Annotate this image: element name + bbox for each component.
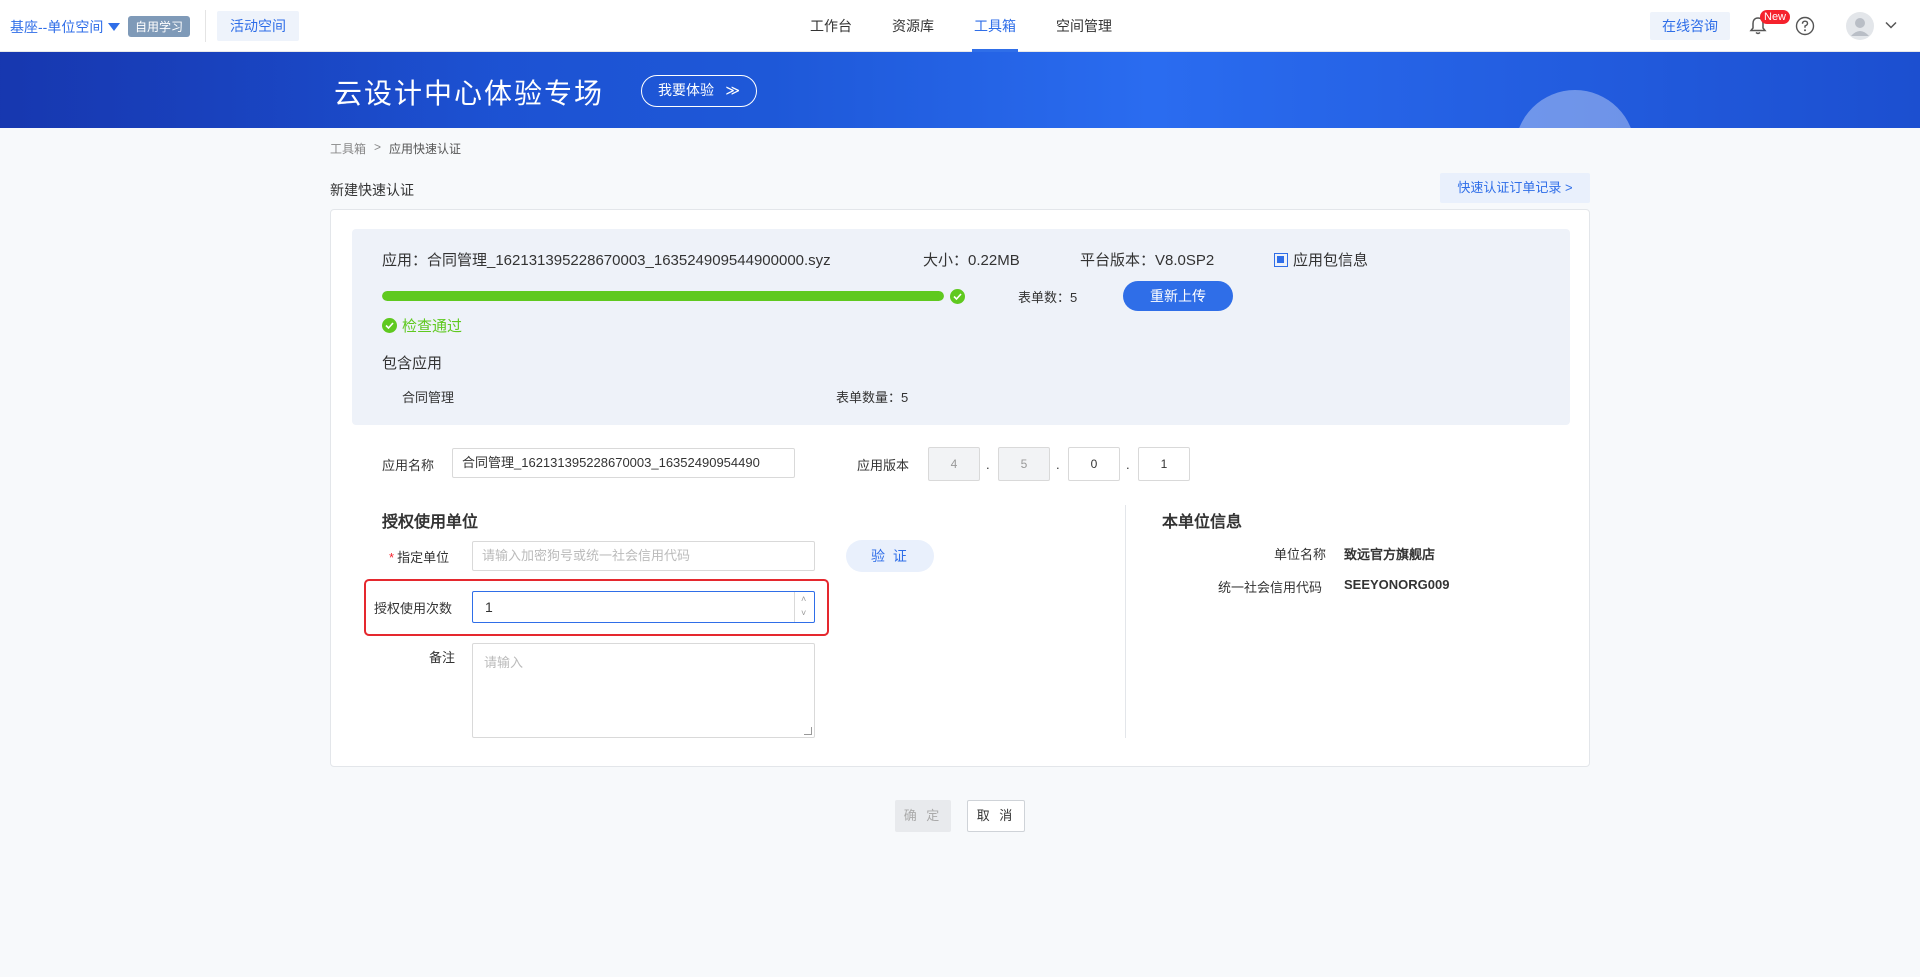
space-switcher[interactable]: 基座--单位空间 bbox=[10, 17, 121, 37]
breadcrumb-current: 应用快速认证 bbox=[389, 142, 462, 156]
version-dot: . bbox=[986, 457, 990, 472]
activity-space-button[interactable]: 活动空间 bbox=[217, 11, 299, 41]
required-mark: * bbox=[389, 550, 395, 565]
try-now-button[interactable]: 我要体验 ≫ bbox=[641, 75, 757, 107]
new-badge: New bbox=[1760, 10, 1791, 24]
version-minor-input: 5 bbox=[998, 447, 1050, 481]
certification-records-button[interactable]: 快速认证订单记录 > bbox=[1440, 173, 1590, 203]
chevron-up-icon[interactable]: ˄ bbox=[801, 595, 809, 604]
check-status-label: 检查通过 bbox=[402, 318, 463, 335]
chevron-down-icon[interactable]: ˅ bbox=[801, 609, 809, 618]
space-name: 基座--单位空间 bbox=[10, 19, 104, 35]
package-size: 大小：0.22MB bbox=[923, 252, 1020, 269]
auth-section-title: 授权使用单位 bbox=[382, 514, 479, 531]
banner-title: 云设计中心体验专场 bbox=[334, 78, 605, 109]
usage-count-value: 1 bbox=[485, 599, 493, 615]
package-app-name: 应用：合同管理_162131395228670003_1635249095449… bbox=[382, 252, 831, 269]
cancel-button[interactable]: 取 消 bbox=[967, 800, 1025, 832]
check-circle-icon bbox=[950, 289, 965, 304]
progress-fill bbox=[382, 291, 944, 301]
package-info-label: 应用包信息 bbox=[1293, 252, 1369, 269]
user-icon bbox=[1851, 18, 1869, 36]
breadcrumb-separator: > bbox=[374, 140, 382, 154]
main-nav: 工作台 资源库 工具箱 空间管理 bbox=[790, 0, 1132, 52]
divider bbox=[1125, 505, 1126, 738]
nav-space-management[interactable]: 空间管理 bbox=[1036, 0, 1132, 52]
online-consult-button[interactable]: 在线咨询 bbox=[1650, 12, 1730, 40]
caret-down-icon bbox=[108, 23, 121, 31]
divider bbox=[205, 10, 206, 42]
check-status: 检查通过 bbox=[382, 315, 462, 336]
version-patch-input[interactable]: 0 bbox=[1068, 447, 1120, 481]
package-info-icon bbox=[1274, 252, 1288, 267]
upload-progress-bar bbox=[382, 291, 944, 301]
app-name-label: 应用名称 bbox=[382, 458, 435, 473]
chevron-down-icon[interactable] bbox=[1884, 18, 1898, 32]
contained-app-forms: 表单数量：5 bbox=[836, 390, 909, 405]
contained-app-name: 合同管理 bbox=[402, 390, 455, 405]
breadcrumb-toolbox[interactable]: 工具箱 bbox=[330, 140, 366, 157]
usage-count-stepper[interactable]: 1 ˄ ˅ bbox=[472, 591, 815, 623]
unit-input[interactable]: 请输入加密狗号或统一社会信用代码 bbox=[472, 541, 815, 571]
unit-name-value: 致远官方旗舰店 bbox=[1344, 547, 1436, 562]
verify-button[interactable]: 验 证 bbox=[846, 540, 934, 572]
breadcrumb: 工具箱 > 应用快速认证 bbox=[330, 140, 461, 157]
unit-label-text: 指定单位 bbox=[397, 550, 450, 565]
resize-grip-icon[interactable] bbox=[804, 727, 812, 735]
banner: 云设计中心体验专场 我要体验 ≫ bbox=[0, 52, 1920, 128]
space-badge: 自用学习 bbox=[128, 16, 191, 37]
version-dot: . bbox=[1056, 457, 1060, 472]
platform-version: 平台版本：V8.0SP2 bbox=[1080, 252, 1215, 269]
version-dot: . bbox=[1126, 457, 1130, 472]
avatar[interactable] bbox=[1846, 12, 1874, 40]
confirm-button[interactable]: 确 定 bbox=[895, 800, 951, 832]
top-bar: 基座--单位空间 自用学习 活动空间 工作台 资源库 工具箱 空间管理 在线咨询… bbox=[0, 0, 1920, 52]
package-summary: 应用：合同管理_162131395228670003_1635249095449… bbox=[352, 229, 1570, 425]
credit-code-label: 统一社会信用代码 bbox=[1218, 580, 1323, 595]
nav-resources[interactable]: 资源库 bbox=[872, 0, 954, 52]
page-title: 新建快速认证 bbox=[330, 182, 414, 198]
forms-count: 表单数：5 bbox=[1018, 290, 1078, 305]
double-chevron-right-icon: ≫ bbox=[725, 82, 740, 98]
version-build-input[interactable]: 1 bbox=[1138, 447, 1190, 481]
nav-workbench[interactable]: 工作台 bbox=[790, 0, 872, 52]
nav-toolbox[interactable]: 工具箱 bbox=[954, 0, 1036, 52]
usage-count-label: 授权使用次数 bbox=[374, 601, 453, 616]
contains-apps-title: 包含应用 bbox=[382, 355, 443, 372]
app-version-label: 应用版本 bbox=[857, 458, 910, 473]
help-icon[interactable] bbox=[1795, 16, 1815, 36]
remark-textarea[interactable]: 请输入 bbox=[472, 643, 815, 738]
credit-code-value: SEEYONORG009 bbox=[1344, 577, 1450, 592]
reupload-button[interactable]: 重新上传 bbox=[1123, 281, 1233, 311]
certification-form-card: 应用：合同管理_162131395228670003_1635249095449… bbox=[330, 209, 1590, 767]
check-circle-icon bbox=[382, 318, 397, 333]
unit-name-label: 单位名称 bbox=[1274, 547, 1327, 562]
unit-label: * 指定单位 bbox=[389, 547, 449, 566]
try-now-label: 我要体验 bbox=[658, 82, 714, 98]
app-name-input[interactable]: 合同管理_162131395228670003_16352490954490 bbox=[452, 448, 795, 478]
stepper-arrows: ˄ ˅ bbox=[794, 592, 814, 622]
banner-decoration-circle bbox=[1515, 90, 1635, 128]
version-major-input: 4 bbox=[928, 447, 980, 481]
remark-placeholder: 请输入 bbox=[484, 655, 524, 670]
remark-label: 备注 bbox=[429, 650, 456, 665]
package-info-link[interactable]: 应用包信息 bbox=[1274, 249, 1368, 270]
unit-info-title: 本单位信息 bbox=[1162, 514, 1243, 531]
